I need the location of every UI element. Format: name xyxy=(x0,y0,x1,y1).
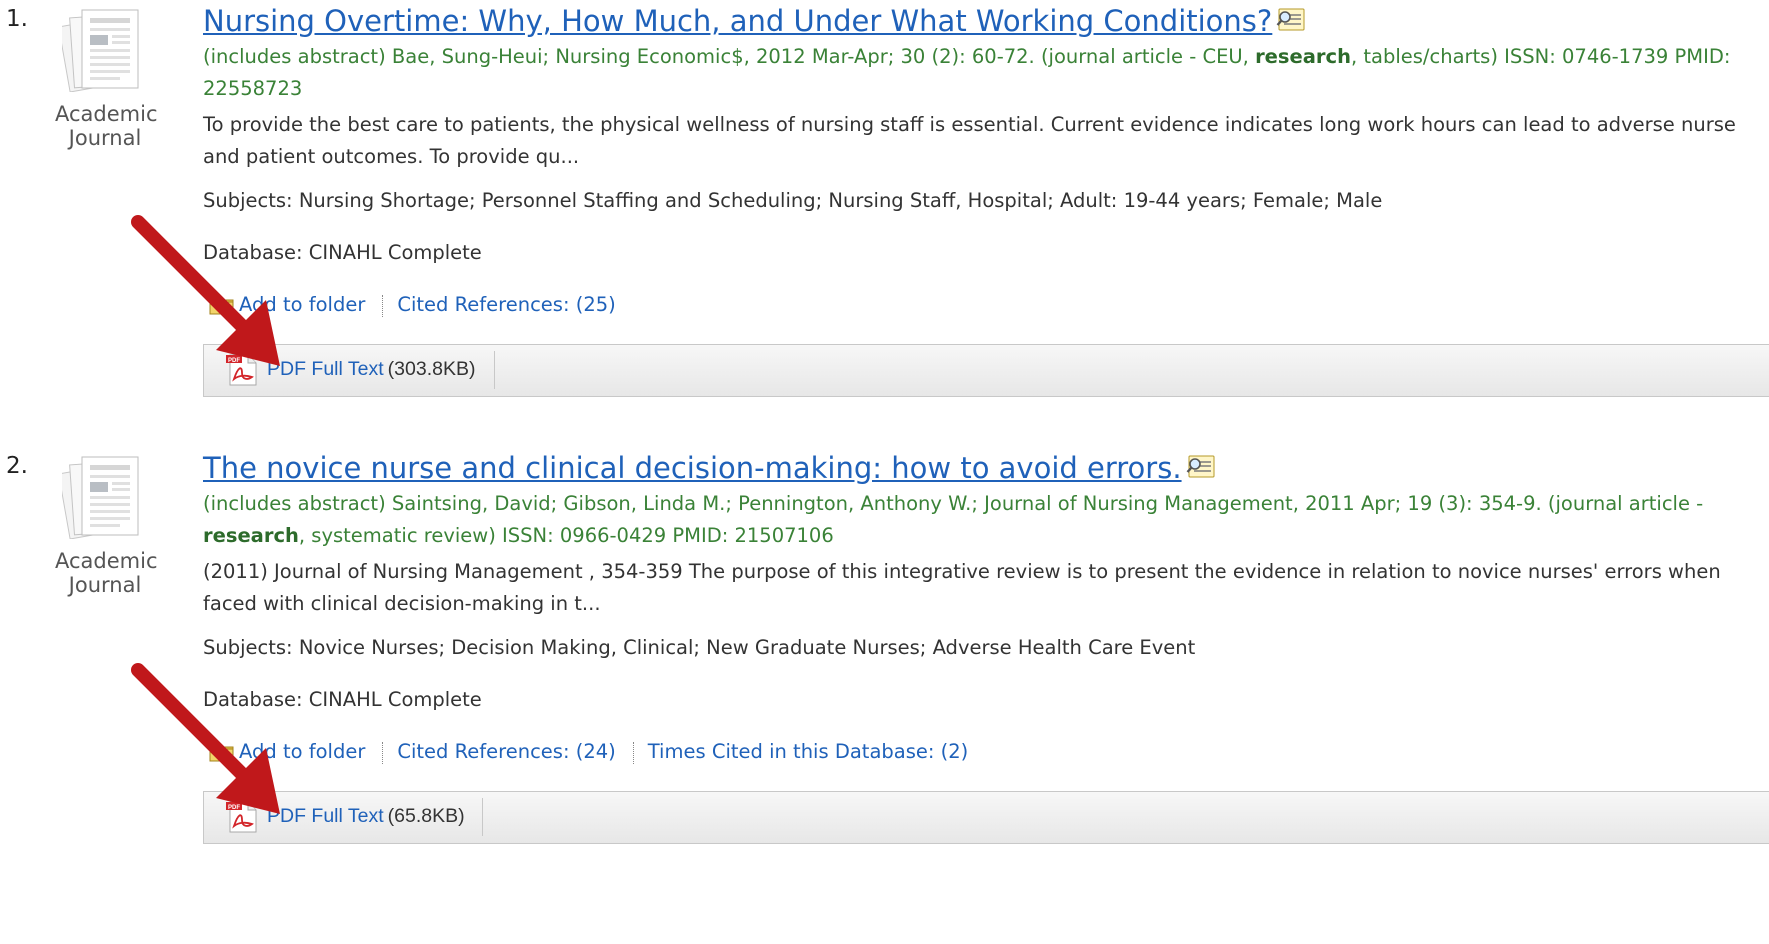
publication-type-line2: Journal xyxy=(68,126,142,150)
result-title-row: Nursing Overtime: Why, How Much, and Und… xyxy=(203,3,1769,39)
fulltext-bar: PDF Full Text (65.8KB) xyxy=(203,791,1769,844)
result-number: 1. xyxy=(6,6,28,32)
citation-text-pre: (includes abstract) Saintsing, David; Gi… xyxy=(203,492,1704,515)
document-thumbnail-icon[interactable] xyxy=(62,455,142,539)
publication-type-line2: Journal xyxy=(68,573,142,597)
times-cited-link[interactable]: Times Cited in this Database: (2) xyxy=(648,740,969,763)
database-line: Database: CINAHL Complete xyxy=(203,241,482,264)
result-title-row: The novice nurse and clinical decision-m… xyxy=(203,450,1769,486)
add-to-folder-link[interactable]: Add to folder xyxy=(239,740,365,763)
result-content: The novice nurse and clinical decision-m… xyxy=(203,450,1769,766)
fulltext-bar: PDF Full Text (303.8KB) xyxy=(203,344,1769,397)
pdf-full-text-label[interactable]: PDF Full Text xyxy=(267,805,384,827)
abstract-snippet: To provide the best care to patients, th… xyxy=(203,113,1736,168)
citation-details: (includes abstract) Saintsing, David; Gi… xyxy=(203,488,1769,552)
citation-research-tag: research xyxy=(1255,45,1351,68)
citation-text-pre: (includes abstract) Bae, Sung-Heui; Nurs… xyxy=(203,45,1256,68)
abstract-snippet: (2011) Journal of Nursing Management , 3… xyxy=(203,560,1721,615)
action-separator xyxy=(632,741,634,764)
bar-divider xyxy=(494,351,495,389)
result-actions: Add to folder Cited References: (24) Times… xyxy=(203,738,1769,766)
pdf-file-size: (65.8KB) xyxy=(387,805,465,827)
document-thumbnail-icon[interactable] xyxy=(62,8,142,92)
citation-research-tag: research xyxy=(203,524,299,547)
add-to-folder-link[interactable]: Add to folder xyxy=(239,293,365,316)
pdf-icon[interactable] xyxy=(226,800,258,834)
pdf-file-size: (303.8KB) xyxy=(387,358,476,380)
result-title-link[interactable]: Nursing Overtime: Why, How Much, and Und… xyxy=(203,4,1272,38)
result-title-link[interactable]: The novice nurse and clinical decision-m… xyxy=(203,451,1182,485)
publication-type: Academic Journal xyxy=(55,549,158,597)
folder-icon[interactable] xyxy=(209,293,235,315)
subjects-line: Subjects: Novice Nurses; Decision Making… xyxy=(203,636,1196,659)
publication-type-line1: Academic xyxy=(55,102,158,126)
pdf-full-text-link[interactable]: PDF Full Text (303.8KB) xyxy=(267,358,475,381)
subjects-line: Subjects: Nursing Shortage; Personnel St… xyxy=(203,189,1383,212)
preview-magnifier-icon[interactable] xyxy=(1276,7,1306,33)
result-actions: Add to folder Cited References: (25) xyxy=(203,291,1769,319)
preview-magnifier-icon[interactable] xyxy=(1186,454,1216,480)
pdf-icon[interactable] xyxy=(226,353,258,387)
publication-type-line1: Academic xyxy=(55,549,158,573)
pdf-full-text-link[interactable]: PDF Full Text (65.8KB) xyxy=(267,805,465,828)
citation-text-post: , systematic review) ISSN: 0966-0429 PMI… xyxy=(298,524,834,547)
action-separator xyxy=(382,741,384,764)
publication-type: Academic Journal xyxy=(55,102,158,150)
pdf-full-text-label[interactable]: PDF Full Text xyxy=(267,358,384,380)
cited-references-link[interactable]: Cited References: (25) xyxy=(397,293,615,316)
folder-icon[interactable] xyxy=(209,740,235,762)
cited-references-link[interactable]: Cited References: (24) xyxy=(397,740,615,763)
bar-divider xyxy=(482,798,483,836)
action-separator xyxy=(382,294,384,317)
database-line: Database: CINAHL Complete xyxy=(203,688,482,711)
result-content: Nursing Overtime: Why, How Much, and Und… xyxy=(203,3,1769,319)
citation-details: (includes abstract) Bae, Sung-Heui; Nurs… xyxy=(203,41,1769,105)
result-number: 2. xyxy=(6,453,28,479)
